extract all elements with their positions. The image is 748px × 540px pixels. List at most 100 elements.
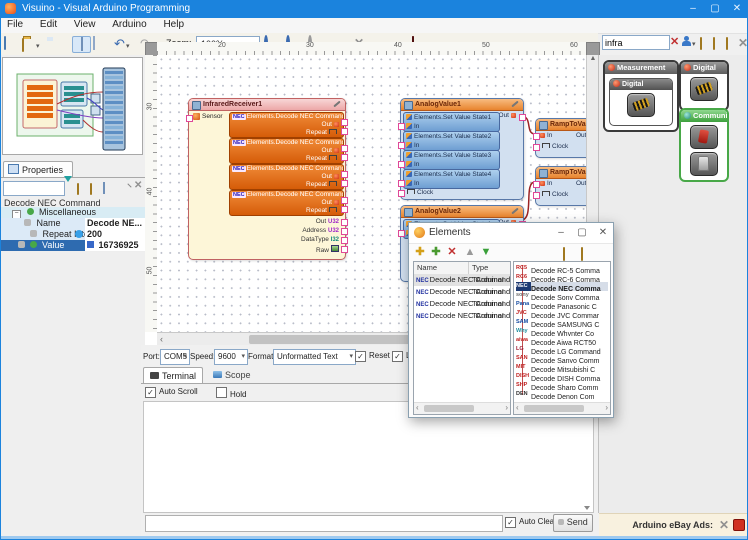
element-decode-nec-1[interactable]: NECElements.Decode NEC Command1 Out Repe…	[229, 112, 344, 138]
in-pin[interactable]	[398, 123, 405, 130]
new-project-icon[interactable]	[4, 36, 6, 50]
out-pin[interactable]	[341, 197, 348, 204]
undo-icon[interactable]: ↶	[114, 36, 125, 51]
element-decode-nec-4[interactable]: NECElements.Decode NEC Command4 Out Repe…	[229, 190, 344, 216]
wrench-icon[interactable]	[333, 101, 340, 108]
send-button[interactable]: Send	[553, 514, 593, 532]
scrollbar-thumb[interactable]	[249, 335, 419, 344]
element-set-value-2[interactable]: Elements.Set Value State2 In	[403, 131, 500, 151]
wrench-icon[interactable]	[511, 208, 518, 215]
component-infrared-sensor[interactable]	[690, 77, 718, 101]
expand-categories-icon[interactable]	[575, 247, 589, 261]
subcategory-digital[interactable]: Digital	[609, 78, 673, 126]
elements-close-button[interactable]: ✕	[593, 223, 613, 243]
available-lg[interactable]: LGDecode LG Command	[516, 345, 608, 354]
component-infrared-receiver[interactable]	[627, 93, 655, 117]
datatype-pin[interactable]	[341, 237, 348, 244]
menu-view[interactable]: View	[67, 18, 103, 30]
repeat-pin[interactable]	[341, 206, 348, 213]
close-button[interactable]: ✕	[726, 0, 748, 18]
properties-tab[interactable]: Properties	[3, 161, 73, 178]
available-panasonic[interactable]: PanaDecode Panasonic C	[516, 300, 608, 309]
menu-edit[interactable]: Edit	[33, 18, 64, 30]
available-mitsubishi[interactable]: MITDecode Mitsubishi C	[516, 363, 608, 372]
component-search-input[interactable]	[602, 35, 670, 50]
category-collapse-icon[interactable]	[700, 38, 702, 49]
overview-minimap[interactable]	[2, 57, 143, 155]
properties-filter-input[interactable]	[3, 181, 65, 196]
open-dropdown-icon[interactable]: ▾	[36, 39, 40, 54]
available-sanyo[interactable]: SANDecode Sanyo Comm	[516, 354, 608, 363]
grid-view-icon[interactable]	[93, 36, 95, 50]
scrollbar-thumb[interactable]	[524, 405, 584, 412]
elements-window[interactable]: Elements – ▢ ✕ ✚ ✚ ✕ ▲ ▼ Name Type NECDe…	[408, 222, 614, 418]
close-properties-icon[interactable]: ✕	[134, 180, 142, 192]
component-ir-remote-transmitter[interactable]	[690, 125, 718, 149]
category-view-icon[interactable]	[726, 38, 728, 49]
category-measurement[interactable]: Measurement Digital	[603, 60, 679, 132]
column-type[interactable]: Type	[472, 262, 488, 274]
property-category-row[interactable]: − Miscellaneous	[0, 207, 145, 218]
available-jvc[interactable]: JVCDecode JVC Commar	[516, 309, 608, 318]
elements-minimize-button[interactable]: –	[551, 223, 571, 243]
component-ir-remote-receiver[interactable]	[690, 152, 718, 176]
available-denon[interactable]: DENDecode Denon Com	[516, 390, 608, 399]
repeat-pin[interactable]	[341, 128, 348, 135]
available-list-scrollbar[interactable]: ‹›	[514, 402, 610, 414]
sensor-pin[interactable]	[186, 115, 193, 122]
open-project-icon[interactable]	[22, 38, 24, 52]
element-item-3[interactable]: NECDecode NEC Command3TArduinoI	[414, 298, 510, 310]
add-element-icon[interactable]: ✚	[413, 245, 427, 259]
auto-scroll-checkbox[interactable]: ✓Auto Scroll	[145, 387, 198, 398]
close-palette-icon[interactable]: ✕	[738, 36, 748, 50]
repeat-pin[interactable]	[341, 180, 348, 187]
category-digital[interactable]: Digital	[679, 60, 729, 111]
property-row-name[interactable]: Name Decode NE...	[0, 218, 145, 229]
element-set-value-1[interactable]: Elements.Set Value State1 In	[403, 112, 500, 132]
available-aiwa[interactable]: aiwaDecode Aiwa RCT50	[516, 336, 608, 345]
scroll-down-icon[interactable]	[584, 506, 590, 510]
out-pin[interactable]	[341, 145, 348, 152]
available-dish[interactable]: DISHDecode DISH Comma	[516, 372, 608, 381]
element-set-value-4[interactable]: Elements.Set Value State4 In	[403, 169, 500, 189]
collapse-all-icon[interactable]	[77, 183, 79, 195]
property-row-repeat-interval[interactable]: Repeat Interval 200	[0, 229, 145, 240]
add-multiple-elements-icon[interactable]: ✚	[429, 245, 443, 259]
reset-checkbox[interactable]: ✓Reset	[355, 351, 390, 362]
clock-pin[interactable]	[398, 190, 405, 197]
available-sharp[interactable]: SHPDecode Sharp Comm	[516, 381, 608, 390]
column-name[interactable]: Name	[417, 263, 437, 272]
element-item-1[interactable]: NECDecode NEC Command1TArduinoI	[414, 274, 510, 286]
available-samsung[interactable]: SAMDecode SAMSUNG C	[516, 318, 608, 327]
raw-pin[interactable]	[341, 246, 348, 253]
ads-settings-icon[interactable]: ✕	[719, 514, 729, 536]
elements-title-bar[interactable]: Elements – ▢ ✕	[409, 223, 613, 244]
delete-element-icon[interactable]: ✕	[445, 245, 459, 259]
arrange-icon[interactable]	[103, 182, 105, 194]
element-item-4[interactable]: NECDecode NEC Command4TArduinoI	[414, 310, 510, 322]
clock-pin[interactable]	[533, 192, 540, 199]
block-analog-value-1[interactable]: AnalogValue1 Out Elements.Set Value Stat…	[400, 98, 524, 200]
clear-search-icon[interactable]: ✕	[670, 35, 679, 48]
scrollbar-thumb[interactable]	[424, 405, 474, 412]
collapse-categories-icon[interactable]	[557, 247, 571, 261]
category-communication[interactable]: Communi	[679, 108, 729, 182]
element-decode-nec-3[interactable]: NECElements.Decode NEC Command3 Out Repe…	[229, 164, 344, 190]
minimize-button[interactable]: –	[682, 0, 704, 18]
in-pin[interactable]	[398, 142, 405, 149]
maximize-button[interactable]: ▢	[704, 0, 726, 18]
expand-all-icon[interactable]	[90, 183, 92, 195]
in-pin[interactable]	[533, 133, 540, 140]
element-decode-nec-2[interactable]: NECElements.Decode NEC Command2 Out Repe…	[229, 138, 344, 164]
wrench-icon[interactable]	[511, 101, 518, 108]
current-elements-list[interactable]: Name Type NECDecode NEC Command1TArduino…	[413, 261, 511, 415]
available-sony[interactable]: sonyDecode Sony Comma	[516, 291, 608, 300]
ads-close-icon[interactable]	[733, 519, 745, 531]
clock-pin[interactable]	[533, 144, 540, 151]
block-infrared-receiver[interactable]: InfraredReceiver1 Sensor NECElements.Dec…	[188, 98, 346, 260]
block-ramp-to-value-1[interactable]: RampToVal In Out Clock	[535, 118, 586, 158]
address-pin[interactable]	[341, 228, 348, 235]
block-ramp-to-value-2[interactable]: RampToVal In Out Clock	[535, 166, 586, 206]
category-expand-icon[interactable]	[713, 38, 715, 49]
filter-funnel-icon[interactable]	[64, 176, 72, 192]
